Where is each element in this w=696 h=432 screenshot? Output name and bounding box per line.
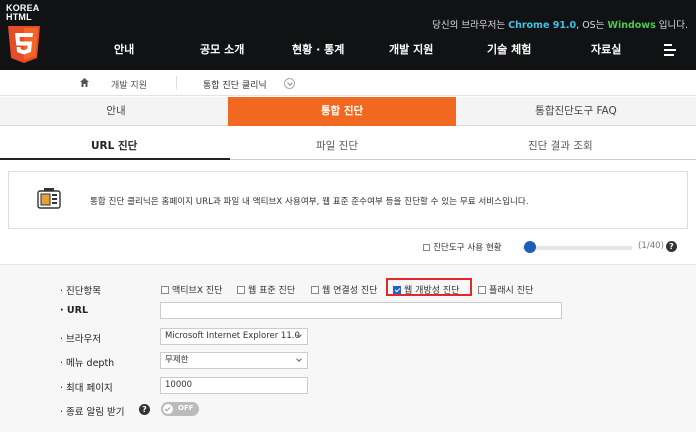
checkbox-box[interactable]	[161, 286, 169, 294]
nav-item-stats[interactable]: 현황 · 통계	[292, 41, 344, 57]
home-icon[interactable]	[79, 77, 90, 88]
clinic-device-icon	[37, 188, 61, 209]
toggle-label: OFF	[178, 404, 194, 412]
breadcrumb-divider	[176, 76, 177, 89]
breadcrumb-clinic[interactable]: 통합 진단 클리닉	[203, 78, 267, 91]
tab-result-lookup[interactable]: 진단 결과 조회	[528, 138, 593, 153]
active-tab-underline	[0, 158, 230, 160]
usage-progress-knob	[524, 241, 537, 253]
checkbox-box[interactable]	[311, 286, 319, 294]
label-diagnosis-items: · 진단항목	[60, 286, 101, 297]
label-url: · URL	[60, 305, 88, 316]
max-pages-input[interactable]: 10000	[160, 377, 308, 394]
nav-item-contest[interactable]: 공모 소개	[200, 41, 244, 57]
top-header: KOREA HTML 당신의 브라우저는 Chrome 91.0, OS는 Wi…	[0, 0, 696, 70]
label-max-pages: · 최대 페이지	[60, 383, 113, 394]
nav-item-dev-support[interactable]: 개발 지원	[389, 41, 433, 57]
sub-tabs: URL 진단 파일 진단 진단 결과 조회	[0, 130, 696, 160]
checkbox-activex[interactable]: 액티브X 진단	[161, 283, 222, 296]
checkbox-icon	[423, 244, 430, 251]
tab-url-diagnosis[interactable]: URL 진단	[91, 138, 137, 153]
main-tabs: 안내 통합 진단 통합진단도구 FAQ	[0, 97, 696, 126]
logo-text-html: HTML	[6, 12, 32, 22]
usage-progress-track	[522, 246, 632, 250]
tab-integrated-diagnosis[interactable]: 통합 진단	[228, 97, 456, 126]
info-box: 통합 진단 클리닉은 홈페이지 URL과 파일 내 액티브X 사용여부, 웹 표…	[8, 171, 688, 229]
tab-faq[interactable]: 통합진단도구 FAQ	[456, 97, 696, 126]
breadcrumb: 개발 지원 통합 진단 클리닉	[0, 70, 696, 96]
help-icon[interactable]: ?	[666, 241, 677, 252]
usage-status: 진단도구 사용 현황 (1/40) ?	[0, 241, 696, 255]
menu-icon[interactable]	[664, 44, 676, 56]
breadcrumb-dev-support[interactable]: 개발 지원	[111, 78, 147, 91]
nav-item-intro[interactable]: 안내	[114, 41, 134, 57]
notify-toggle[interactable]: OFF	[161, 402, 199, 416]
label-browser: · 브라우저	[60, 334, 101, 345]
usage-count: (1/40)	[638, 241, 665, 251]
label-menu-depth: · 메뉴 depth	[60, 358, 115, 369]
global-nav: 안내 공모 소개 현황 · 통계 개발 지원 기술 체험 자료실	[0, 41, 696, 57]
help-icon[interactable]: ?	[139, 404, 150, 415]
highlight-box	[386, 278, 472, 296]
chevron-down-icon	[296, 356, 302, 362]
url-input[interactable]	[160, 302, 562, 319]
toggle-knob	[163, 404, 173, 414]
usage-label: 진단도구 사용 현황	[423, 241, 502, 253]
diagnosis-form: · 진단항목 액티브X 진단 웹 표준 진단 웹 연결성 진단 웹 개방성 진단…	[0, 264, 696, 432]
tab-intro[interactable]: 안내	[0, 97, 232, 126]
tab-file-diagnosis[interactable]: 파일 진단	[316, 138, 358, 153]
checkbox-box[interactable]	[478, 286, 486, 294]
menu-depth-select[interactable]: 무제한	[160, 352, 308, 369]
checkbox-connectivity[interactable]: 웹 연결성 진단	[311, 283, 377, 296]
nav-item-resources[interactable]: 자료실	[591, 41, 621, 57]
info-text: 통합 진단 클리닉은 홈페이지 URL과 파일 내 액티브X 사용여부, 웹 표…	[90, 197, 529, 207]
checkbox-flash[interactable]: 플래시 진단	[478, 283, 533, 296]
label-notify: · 종료 알림 받기	[60, 407, 125, 418]
browser-select[interactable]: Microsoft Internet Explorer 11.0	[160, 328, 308, 345]
chevron-down-icon[interactable]	[284, 78, 295, 89]
browser-info-text: 당신의 브라우저는 Chrome 91.0, OS는 Windows 입니다.	[432, 20, 688, 31]
checkbox-box[interactable]	[237, 286, 245, 294]
nav-item-tech[interactable]: 기술 체험	[487, 41, 531, 57]
checkbox-web-standard[interactable]: 웹 표준 진단	[237, 283, 295, 296]
